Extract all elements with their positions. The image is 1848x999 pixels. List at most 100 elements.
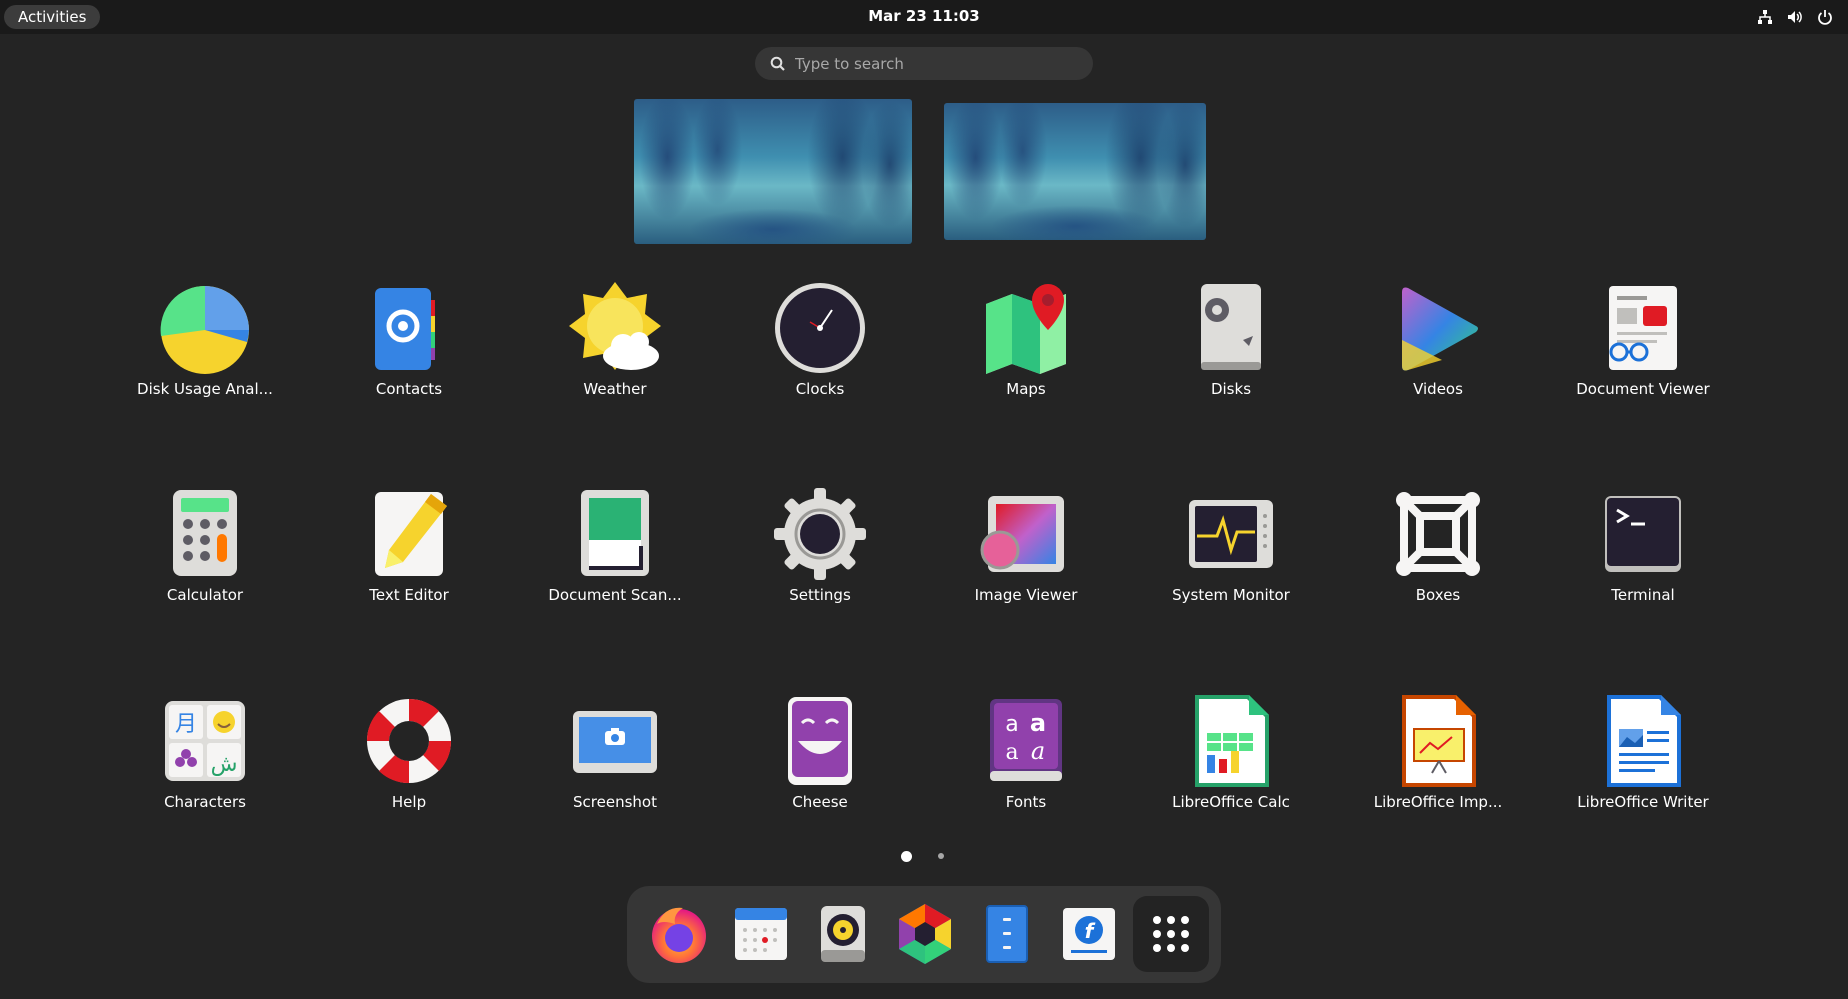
dash-files[interactable] (969, 896, 1045, 972)
firefox-icon (652, 907, 706, 963)
app-boxes[interactable]: Boxes (1343, 486, 1533, 626)
date-time[interactable]: Mar 23 11:03 (0, 7, 1848, 25)
app-label: Boxes (1415, 586, 1461, 604)
app-characters[interactable]: 月ش Characters (110, 693, 300, 833)
dash-calendar[interactable] (723, 896, 799, 972)
dash-show-apps[interactable] (1133, 896, 1209, 972)
characters-icon: 月ش (157, 693, 253, 789)
app-clocks[interactable]: Clocks (725, 280, 915, 420)
app-weather[interactable]: Weather (520, 280, 710, 420)
workspace-thumbnail-1[interactable] (634, 99, 912, 244)
dash-fedora[interactable]: f (1051, 896, 1127, 972)
fedora-icon: f (1063, 908, 1115, 960)
app-libreoffice-writer[interactable]: LibreOffice Writer (1548, 693, 1738, 833)
svg-text:a: a (1031, 737, 1045, 765)
app-document-scanner[interactable]: Document Scan... (520, 486, 710, 626)
svg-text:月: 月 (175, 712, 197, 737)
svg-text:ش: ش (211, 752, 238, 777)
page-indicator-1[interactable] (901, 851, 912, 862)
app-label: Cheese (792, 793, 848, 811)
libreoffice-calc-icon (1183, 693, 1279, 789)
files-icon (986, 905, 1028, 963)
app-videos[interactable]: Videos (1343, 280, 1533, 420)
libreoffice-writer-icon (1595, 693, 1691, 789)
app-label: Text Editor (369, 586, 449, 604)
app-label: Disk Usage Anal... (137, 380, 273, 398)
system-tray[interactable] (1756, 8, 1834, 26)
app-document-viewer[interactable]: Document Viewer (1548, 280, 1738, 420)
fonts-icon: aaaa (978, 693, 1074, 789)
dash-software[interactable] (887, 896, 963, 972)
page-indicator-2[interactable] (938, 853, 944, 859)
weather-icon (567, 280, 663, 376)
app-text-editor[interactable]: Text Editor (314, 486, 504, 626)
app-fonts[interactable]: aaaa Fonts (931, 693, 1121, 833)
maps-icon (978, 280, 1074, 376)
svg-text:a: a (1005, 712, 1018, 737)
volume-icon[interactable] (1786, 8, 1804, 26)
network-icon[interactable] (1756, 8, 1774, 26)
app-image-viewer[interactable]: Image Viewer (931, 486, 1121, 626)
text-editor-icon (361, 486, 457, 582)
disk-usage-icon (157, 280, 253, 376)
app-cheese[interactable]: Cheese (725, 693, 915, 833)
system-monitor-icon (1183, 486, 1279, 582)
svg-text:a: a (1030, 709, 1046, 737)
app-maps[interactable]: Maps (931, 280, 1121, 420)
app-label: Clocks (795, 380, 845, 398)
dash-rhythmbox[interactable] (805, 896, 881, 972)
app-label: Fonts (1005, 793, 1047, 811)
dash: f (627, 886, 1221, 983)
app-label: LibreOffice Writer (1577, 793, 1709, 811)
app-label: Maps (1006, 380, 1046, 398)
image-viewer-icon (978, 486, 1074, 582)
app-calculator[interactable]: Calculator (110, 486, 300, 626)
power-icon[interactable] (1816, 8, 1834, 26)
app-screenshot[interactable]: Screenshot (520, 693, 710, 833)
app-help[interactable]: Help (314, 693, 504, 833)
app-libreoffice-impress[interactable]: LibreOffice Imp... (1343, 693, 1533, 833)
search-input[interactable] (795, 47, 1075, 80)
show-apps-icon (1153, 916, 1189, 952)
app-label: Help (391, 793, 427, 811)
app-label: Videos (1413, 380, 1463, 398)
app-libreoffice-calc[interactable]: LibreOffice Calc (1136, 693, 1326, 833)
help-icon (361, 693, 457, 789)
dash-firefox[interactable] (641, 896, 717, 972)
app-label: Weather (583, 380, 647, 398)
app-label: Screenshot (573, 793, 657, 811)
app-label: Calculator (166, 586, 244, 604)
app-label: Terminal (1611, 586, 1675, 604)
boxes-icon (1390, 486, 1486, 582)
app-label: LibreOffice Calc (1172, 793, 1290, 811)
app-disk-usage[interactable]: Disk Usage Anal... (110, 280, 300, 420)
app-label: Settings (789, 586, 851, 604)
libreoffice-impress-icon (1390, 693, 1486, 789)
svg-text:a: a (1005, 740, 1018, 765)
cheese-icon (772, 693, 868, 789)
app-label: Image Viewer (974, 586, 1078, 604)
app-label: LibreOffice Imp... (1373, 793, 1503, 811)
clocks-icon (772, 280, 868, 376)
app-terminal[interactable]: Terminal (1548, 486, 1738, 626)
settings-icon (772, 486, 868, 582)
app-label: System Monitor (1172, 586, 1290, 604)
workspace-thumbnail-2[interactable] (944, 103, 1206, 240)
app-label: Document Viewer (1576, 380, 1710, 398)
app-label: Characters (164, 793, 246, 811)
terminal-icon (1595, 486, 1691, 582)
disks-icon (1183, 280, 1279, 376)
search-icon (769, 55, 787, 73)
search-box[interactable] (755, 47, 1093, 80)
calendar-icon (735, 908, 787, 960)
rhythmbox-icon (821, 906, 865, 962)
app-label: Document Scan... (548, 586, 682, 604)
document-scanner-icon (567, 486, 663, 582)
app-disks[interactable]: Disks (1136, 280, 1326, 420)
screenshot-icon (567, 693, 663, 789)
app-settings[interactable]: Settings (725, 486, 915, 626)
calculator-icon (157, 486, 253, 582)
app-system-monitor[interactable]: System Monitor (1136, 486, 1326, 626)
app-contacts[interactable]: Contacts (314, 280, 504, 420)
top-bar: Activities Mar 23 11:03 (0, 0, 1848, 34)
